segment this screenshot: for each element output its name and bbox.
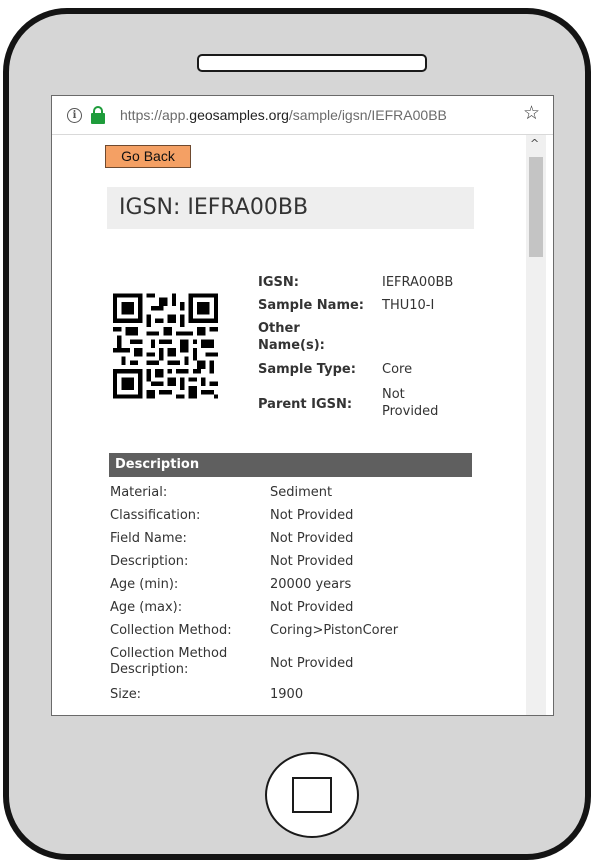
address-bar[interactable]: i https://app.geosamples.org/sample/igsn… [52,96,553,135]
summary-label: Parent IGSN: [258,397,353,412]
page-content: Go Back IGSN: IEFRA00BB IGSN: IEFRA00BB … [52,135,526,715]
description-label: Collection Method Description: [110,646,228,677]
summary-value: Not Provided [382,387,439,419]
go-back-button[interactable]: Go Back [105,145,191,168]
summary-label: Other Name(s): [258,321,325,353]
description-label: Material: [110,485,168,500]
summary-value: Core [382,362,413,377]
description-label: Size: [110,687,142,702]
description-section-header: Description [109,453,472,477]
bookmark-star-icon[interactable]: ☆ [523,102,540,124]
url-scheme: https://app. [120,107,190,123]
description-value: 20000 years [270,577,352,592]
description-value: Not Provided [270,554,354,569]
summary-label: Sample Type: [258,362,356,377]
description-value: Not Provided [270,531,354,546]
description-value: Sediment [270,485,333,500]
description-value: Not Provided [270,508,354,523]
page-scrollbar[interactable]: ^ [526,135,546,715]
scrollbar-thumb[interactable] [529,157,543,257]
description-label: Classification: [110,508,201,523]
description-label: Field Name: [110,531,187,546]
description-value: Not Provided [270,600,354,615]
url-path: /sample/igsn/IEFRA00BB [288,107,447,123]
info-icon[interactable]: i [67,108,82,123]
url-host: geosamples.org [189,107,289,123]
summary-value: IEFRA00BB [382,275,454,290]
description-label: Age (min): [110,577,179,592]
description-label: Description: [110,554,189,569]
scroll-up-arrow-icon[interactable]: ^ [530,138,539,149]
url-text[interactable]: https://app.geosamples.org/sample/igsn/I… [120,107,447,123]
phone-speaker [197,54,427,72]
description-label: Collection Method: [110,623,232,638]
qr-code-icon [113,293,218,399]
phone-screen: i https://app.geosamples.org/sample/igsn… [51,95,554,716]
summary-label: Sample Name: [258,298,364,313]
home-button[interactable] [265,752,359,838]
description-value: Coring>PistonCorer [270,623,399,638]
lock-icon[interactable] [91,106,105,124]
summary-label: IGSN: [258,275,299,290]
page-title: IGSN: IEFRA00BB [107,187,474,229]
description-value: 1900 [270,687,304,702]
description-value: Not Provided [270,656,354,671]
home-square-icon [292,777,332,813]
description-label: Age (max): [110,600,183,615]
summary-value: THU10-I [382,298,435,313]
